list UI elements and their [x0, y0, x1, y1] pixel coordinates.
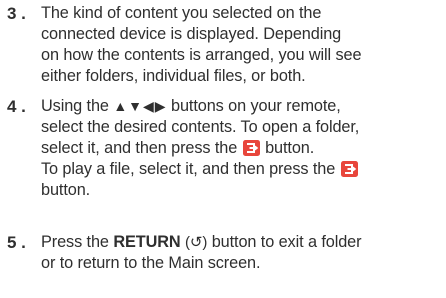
return-button-label: RETURN: [113, 233, 181, 251]
direction-arrows-icon: ▲▼◀▶: [113, 98, 167, 114]
step-number: 5 .: [7, 233, 26, 252]
step-text-line: select it, and then press the button.: [41, 138, 314, 159]
text-fragment: buttons on your remote,: [171, 97, 341, 115]
enter-button-icon: [242, 140, 260, 156]
enter-button-icon: [340, 161, 358, 177]
text-fragment: To play a file, select it, and then pres…: [41, 160, 336, 178]
step-text-line: on how the contents is arranged, you wil…: [41, 46, 362, 64]
text-fragment: button to exit a folder: [211, 233, 362, 251]
text-fragment: select it, and then press the: [41, 139, 238, 157]
text-fragment: button.: [265, 139, 315, 157]
step-text-line: select the desired contents. To open a f…: [41, 118, 360, 136]
step-text-line: connected device is displayed. Depending: [41, 25, 342, 43]
return-icon: (↺): [185, 234, 208, 251]
step-text-line: Press the RETURN (↺) button to exit a fo…: [41, 232, 362, 253]
step-text-line: Using the ▲▼◀▶ buttons on your remote,: [41, 96, 341, 117]
step-number: 4 .: [7, 97, 26, 116]
text-fragment: Press the: [41, 233, 109, 251]
step-text-line: To play a file, select it, and then pres…: [41, 159, 359, 180]
step-text-line: button.: [41, 181, 91, 199]
step-number: 3 .: [7, 4, 26, 23]
text-fragment: Using the: [41, 97, 109, 115]
step-text-line: The kind of content you selected on the: [41, 4, 322, 22]
step-text-line: or to return to the Main screen.: [41, 254, 261, 272]
step-text-line: either folders, individual files, or bot…: [41, 67, 306, 85]
